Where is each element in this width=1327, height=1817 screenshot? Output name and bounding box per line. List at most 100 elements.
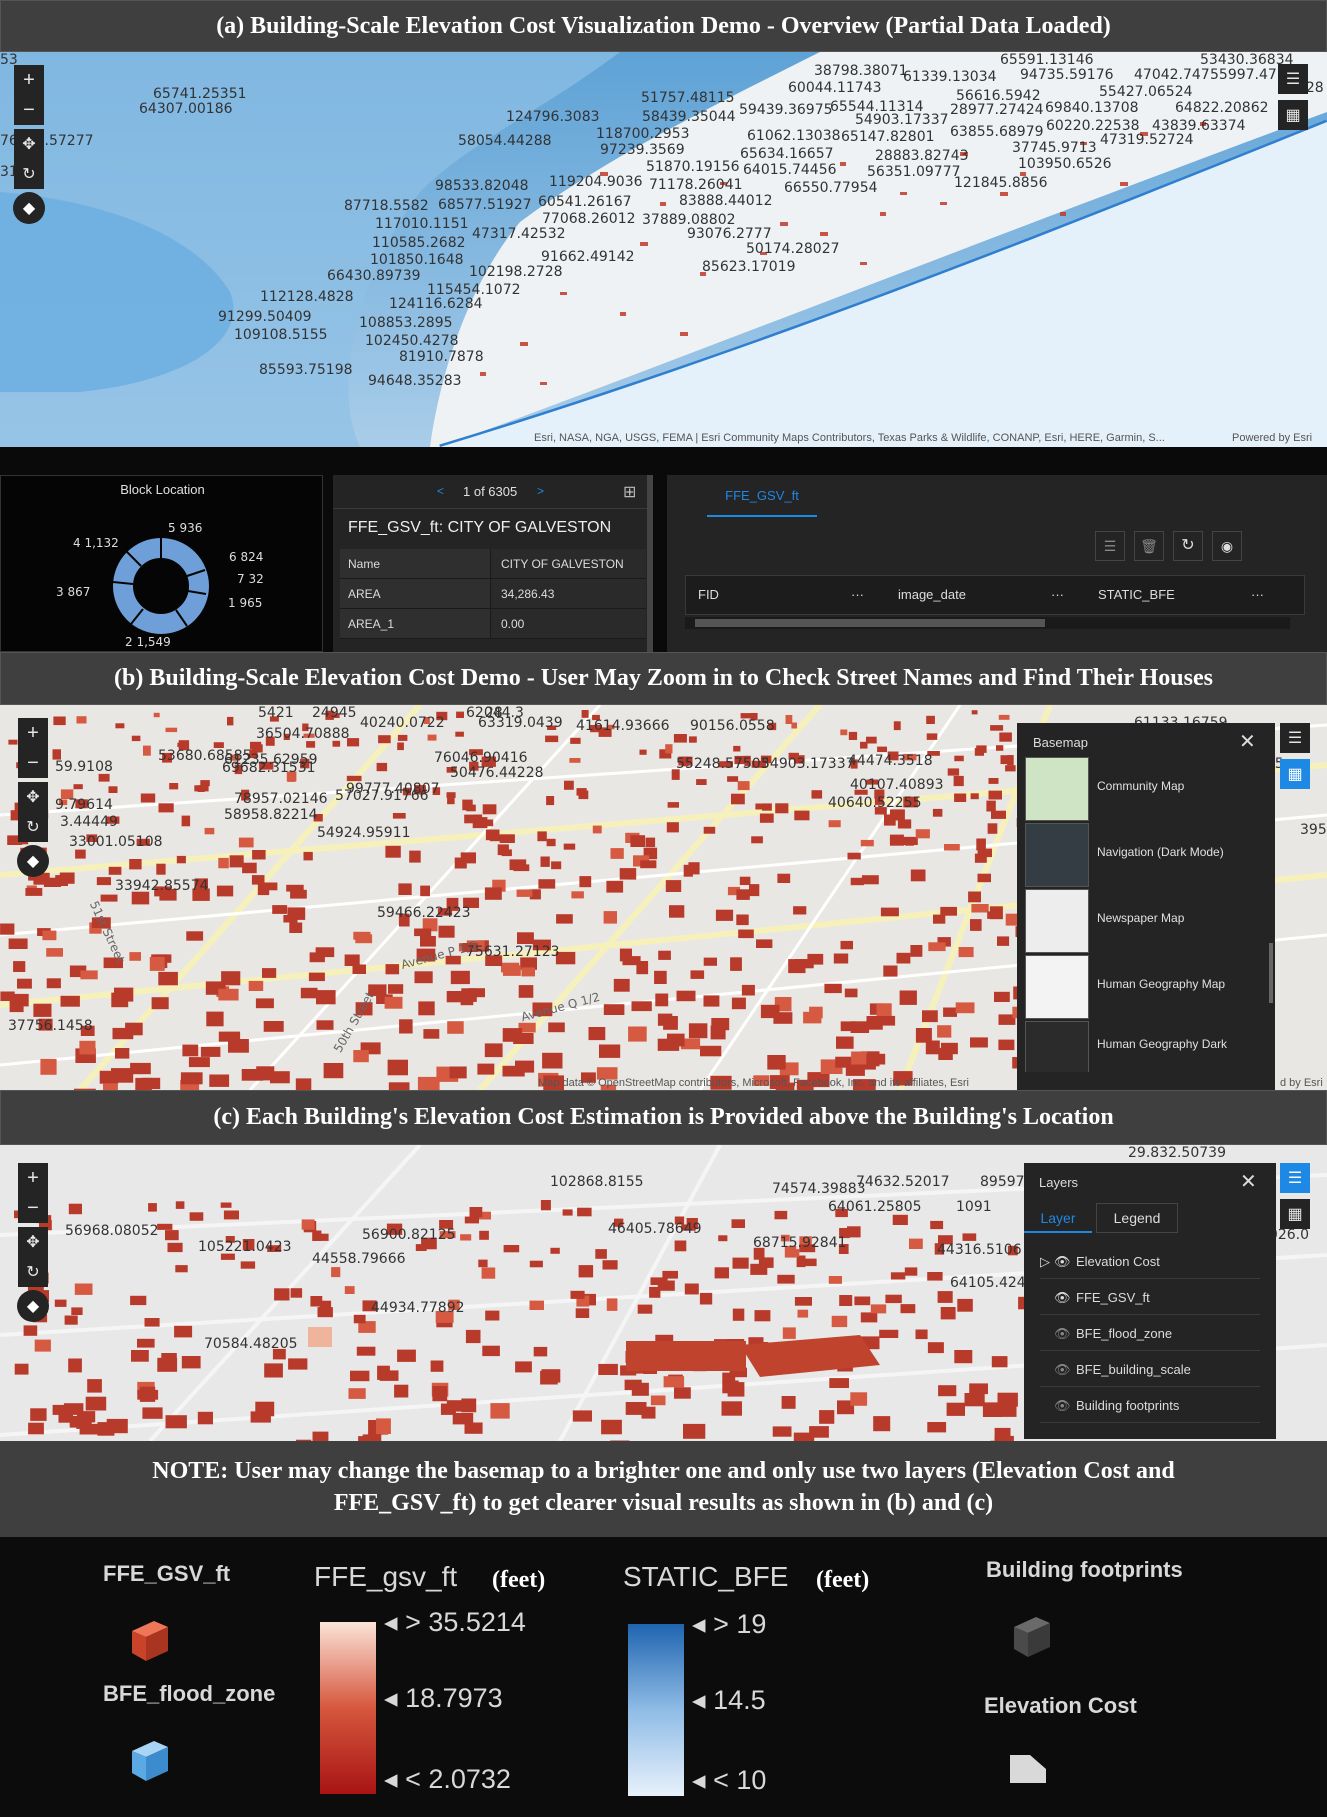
building-footprint[interactable] [420,885,430,897]
building-footprint[interactable] [263,1021,284,1032]
building-footprint[interactable] [619,948,632,962]
tab-layer[interactable]: Layer [1024,1203,1092,1233]
expand-icon[interactable]: ▷ [1040,1254,1054,1270]
popup-grid-icon[interactable]: ⊞ [623,482,636,502]
building-footprint[interactable] [465,1329,481,1344]
building-footprint[interactable] [355,934,373,944]
building-footprint[interactable] [807,953,824,965]
building-footprint[interactable] [46,978,61,989]
building-footprint[interactable] [479,1230,489,1240]
layer-item-elevation-cost[interactable]: ▷ 👁 Elevation Cost [1040,1245,1260,1279]
building-footprint[interactable] [40,1058,57,1075]
building-footprint[interactable] [54,1299,67,1307]
building-footprint[interactable] [344,954,360,967]
pan-button[interactable]: ✥ [14,129,44,159]
hidden-eye-icon[interactable]: 👁 [1054,1326,1076,1342]
building-footprint[interactable] [115,723,125,729]
building-footprint[interactable] [218,857,229,869]
building-footprint[interactable] [542,1052,563,1069]
layers-icon[interactable]: ☰ [1280,1163,1310,1193]
building-footprint[interactable] [610,848,624,859]
building-footprint[interactable] [998,1039,1015,1051]
building-footprint[interactable] [175,1201,185,1209]
building-footprint[interactable] [238,837,254,848]
building-footprint[interactable] [689,736,697,743]
rotate-button[interactable]: ↻ [18,1257,48,1287]
building-footprint[interactable] [397,734,408,741]
building-footprint[interactable] [112,1027,134,1040]
building-footprint[interactable] [397,742,404,751]
building-footprint[interactable] [893,721,901,731]
building-footprint[interactable] [569,758,581,763]
building-footprint[interactable] [8,938,28,950]
building-footprint[interactable] [290,889,307,899]
hidden-eye-icon[interactable]: 👁 [1054,1362,1076,1378]
building-footprint[interactable] [885,1294,902,1304]
building-footprint[interactable] [312,1431,329,1441]
building-footprint[interactable] [953,775,964,787]
building-footprint[interactable] [665,880,682,892]
building-footprint[interactable] [456,711,464,718]
building-footprint[interactable] [521,967,536,977]
building-footprint[interactable] [388,984,404,994]
building-footprint[interactable] [782,1327,796,1339]
building-footprint[interactable] [915,1028,932,1043]
building-footprint[interactable] [241,1069,264,1081]
building-footprint[interactable] [970,919,982,931]
building-footprint[interactable] [223,1210,239,1220]
building-footprint[interactable] [165,1415,187,1429]
column-menu-icon[interactable]: ··· [851,576,864,614]
building-footprint[interactable] [23,1325,38,1336]
building-footprint[interactable] [562,1209,573,1216]
building-footprint[interactable] [758,1257,774,1268]
building-footprint[interactable] [250,741,262,749]
building-footprint[interactable] [731,793,745,805]
compass-button[interactable]: ◆ [17,845,49,877]
building-footprint[interactable] [447,797,455,805]
building-footprint[interactable] [937,1291,953,1303]
building-footprint[interactable] [578,1265,594,1278]
layer-item-building-footprints[interactable]: 👁 Building footprints [1040,1389,1260,1423]
building-footprint[interactable] [767,1055,786,1070]
building-footprint[interactable] [482,1345,500,1357]
building-footprint[interactable] [579,876,592,888]
building-footprint[interactable] [866,1016,883,1030]
building-footprint[interactable] [974,747,984,756]
building-footprint[interactable] [922,1010,938,1023]
building-footprint[interactable] [418,1001,435,1016]
building-footprint[interactable] [100,894,118,902]
building-footprint[interactable] [880,907,899,917]
building-footprint[interactable] [149,956,165,971]
building-footprint[interactable] [108,786,118,793]
building-footprint[interactable] [242,862,257,874]
building-footprint[interactable] [781,1396,796,1409]
building-footprint[interactable] [12,993,29,1007]
building-footprint[interactable] [570,1290,585,1299]
building-footprint[interactable] [727,776,739,782]
building-footprint[interactable] [477,1063,495,1075]
building-footprint[interactable] [517,932,534,944]
building-footprint[interactable] [662,1270,678,1279]
building-footprint[interactable] [909,1238,923,1249]
building-footprint[interactable] [603,1004,625,1015]
building-footprint[interactable] [606,1298,618,1311]
building-footprint[interactable] [176,855,186,864]
select-all-icon[interactable]: ☰ [1095,531,1125,561]
building-footprint[interactable] [987,823,998,834]
building-footprint[interactable] [227,716,234,726]
building-footprint[interactable] [619,868,637,880]
building-footprint[interactable] [197,1411,213,1425]
building-footprint[interactable] [80,970,98,980]
building-footprint[interactable] [75,849,86,859]
building-footprint[interactable] [502,1065,525,1077]
building-footprint[interactable] [883,965,898,977]
layer-item-ffe-gsv-ft[interactable]: 👁 FFE_GSV_ft [1040,1281,1260,1315]
building-footprint[interactable] [860,839,874,847]
column-menu-icon[interactable]: ··· [1251,576,1264,614]
building-footprint[interactable] [737,781,750,791]
building-footprint[interactable] [209,1074,230,1087]
building-footprint[interactable] [700,1045,722,1057]
building-footprint[interactable] [353,1314,366,1324]
building-footprint[interactable] [749,884,760,897]
building-footprint[interactable] [932,808,943,817]
